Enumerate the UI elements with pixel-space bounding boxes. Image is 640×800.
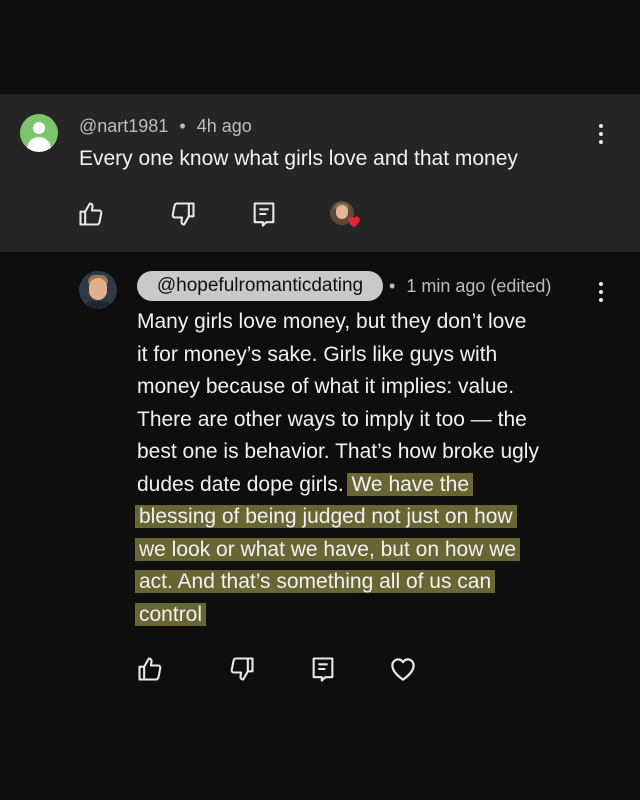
parent-time: 4h ago xyxy=(196,116,252,136)
heart-icon[interactable] xyxy=(388,654,418,684)
meta-separator: • xyxy=(389,276,396,296)
reply-text-line: control xyxy=(135,599,607,632)
reply-text-line: best one is behavior. That’s how broke u… xyxy=(137,440,539,463)
reply-text-line: Many girls love money, but they don’t lo… xyxy=(137,310,527,333)
reply-icon[interactable] xyxy=(250,200,278,228)
highlighted-text: blessing of being judged not just on how xyxy=(135,505,517,528)
reply-text-line: blessing of being judged not just on how xyxy=(135,501,607,534)
reply-time: 1 min ago (edited) xyxy=(406,276,552,296)
reply-text-line: dudes date dope girls. We have the xyxy=(137,469,607,502)
parent-comment-text: Every one know what girls love and that … xyxy=(79,147,518,170)
reply-avatar[interactable] xyxy=(79,271,117,309)
parent-handle[interactable]: @nart1981 xyxy=(79,116,168,136)
highlighted-text: We have the xyxy=(347,472,474,496)
thumbs-up-icon[interactable] xyxy=(136,655,164,683)
highlighted-text: act. And that’s something all of us can xyxy=(135,570,496,593)
reply-handle-chip[interactable]: @hopefulromanticdating xyxy=(137,271,383,301)
highlighted-text: control xyxy=(135,602,207,626)
more-vert-icon[interactable] xyxy=(598,282,604,306)
highlighted-text: we look or what we have, but on how we xyxy=(135,537,521,561)
creator-heart-icon xyxy=(346,214,362,228)
thumbs-down-icon[interactable] xyxy=(169,200,197,228)
reply-text-plain: dudes date dope girls. xyxy=(137,472,350,496)
thumbs-down-icon[interactable] xyxy=(228,655,256,683)
reply-icon[interactable] xyxy=(309,655,337,683)
parent-avatar[interactable] xyxy=(20,114,58,152)
reply-text-line: it for money’s sake. Girls like guys wit… xyxy=(137,342,498,366)
more-vert-icon[interactable] xyxy=(598,124,604,148)
meta-separator: • xyxy=(179,116,186,136)
reply-comment-meta: • 1 min ago (edited) xyxy=(389,276,551,297)
parent-comment-meta: @nart1981 • 4h ago xyxy=(79,116,252,137)
reply-text-line: money because of what it implies: value. xyxy=(137,375,515,398)
thumbs-up-icon[interactable] xyxy=(77,200,105,228)
reply-text-line: we look or what we have, but on how we xyxy=(135,534,607,567)
reply-text-line: act. And that’s something all of us can xyxy=(135,566,607,599)
reply-comment-text: Many girls love money, but they don’t lo… xyxy=(135,306,607,632)
reply-text-line: There are other ways to imply it too — t… xyxy=(137,407,527,431)
